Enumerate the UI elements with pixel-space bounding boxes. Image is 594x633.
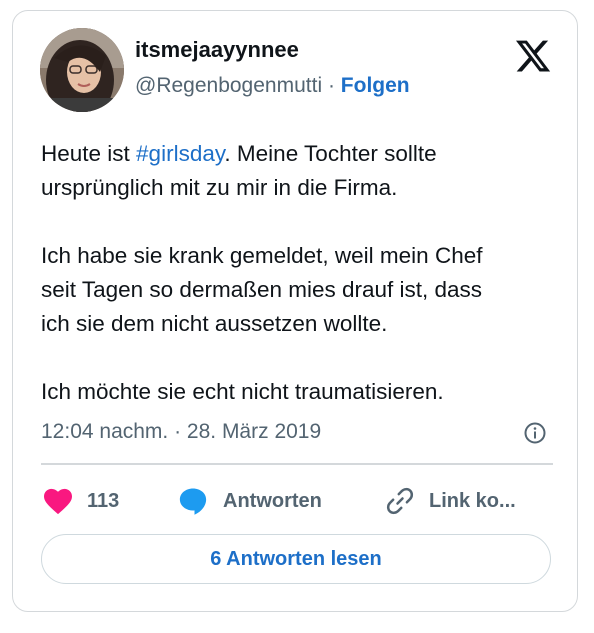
link-icon bbox=[386, 487, 414, 515]
reply-button[interactable]: Antworten bbox=[177, 483, 322, 519]
author-handle[interactable]: @Regenbogenmutti bbox=[135, 74, 322, 97]
like-button[interactable]: 113 bbox=[43, 483, 119, 519]
like-count: 113 bbox=[87, 489, 120, 512]
avatar-image bbox=[40, 28, 124, 112]
copy-link-button[interactable]: Link ko... bbox=[385, 483, 516, 519]
tweet-line-6: Ich möchte sie echt nicht traumatisieren… bbox=[41, 379, 444, 404]
tweet-line-3: Ich habe sie krank gemeldet, weil mein C… bbox=[41, 243, 483, 268]
tweet-timestamp[interactable]: 12:04 nachm. · 28. März 2019 bbox=[41, 420, 321, 444]
avatar[interactable] bbox=[40, 28, 124, 112]
tweet-line-1: Heute ist #girlsday. Meine Tochter sollt… bbox=[41, 137, 561, 171]
tweet-text: Heute ist #girlsday. Meine Tochter sollt… bbox=[41, 137, 561, 409]
tweet-text-segment: . Meine Tochter sollte bbox=[224, 141, 437, 166]
hashtag-link[interactable]: #girlsday bbox=[136, 141, 224, 166]
speech-bubble-icon bbox=[179, 488, 207, 515]
author-display-name[interactable]: itsmejaayynnee bbox=[135, 37, 299, 63]
tweet-line-2: ursprünglich mit zu mir in die Firma. bbox=[41, 175, 398, 200]
tweet-line-4: seit Tagen so dermaßen mies drauf ist, d… bbox=[41, 277, 483, 302]
author-handle-row: @Regenbogenmutti · Folgen bbox=[135, 74, 410, 98]
tweet-card: itsmejaayynnee @Regenbogenmutti · Folgen… bbox=[12, 10, 578, 612]
info-icon[interactable] bbox=[523, 421, 547, 445]
follow-button[interactable]: Folgen bbox=[341, 74, 410, 97]
divider bbox=[41, 463, 553, 465]
copy-link-label: Link ko... bbox=[429, 489, 516, 512]
read-replies-button[interactable]: 6 Antworten lesen bbox=[41, 534, 551, 584]
separator-dot: · bbox=[327, 74, 335, 97]
tweet-text-segment: Heute ist bbox=[41, 141, 137, 166]
read-replies-label: 6 Antworten lesen bbox=[210, 547, 382, 570]
heart-icon bbox=[44, 488, 72, 515]
x-logo-icon[interactable] bbox=[513, 37, 553, 75]
reply-label: Antworten bbox=[223, 489, 322, 512]
tweet-line-5: ich sie dem nicht aussetzen wollte. bbox=[41, 311, 388, 336]
